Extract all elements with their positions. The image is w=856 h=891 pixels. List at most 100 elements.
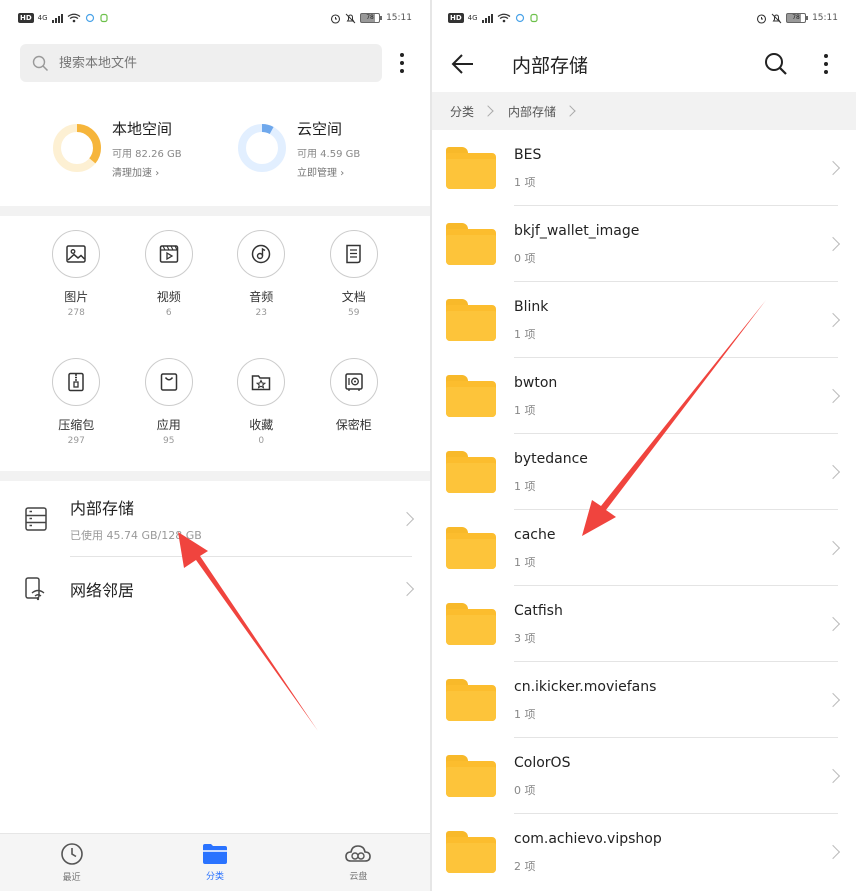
manage-now-link[interactable]: 立即管理 › <box>297 164 360 179</box>
folder-item-count: 1 项 <box>514 327 536 341</box>
folder-row[interactable]: bwton 1 项 <box>432 358 856 434</box>
category-audio[interactable]: 音频 23 <box>215 230 308 344</box>
chevron-right-icon <box>564 105 576 117</box>
folder-row[interactable]: com.achievo.vipshop 2 项 <box>432 814 856 890</box>
category-archives[interactable]: 压缩包 297 <box>30 357 123 472</box>
page-title: 内部存储 <box>512 54 589 77</box>
folder-item-count: 0 项 <box>514 783 536 797</box>
network-type: 4G <box>467 14 478 22</box>
cloud-space-available: 可用 4.59 GB <box>297 148 361 160</box>
signal-icon <box>51 13 63 23</box>
internal-storage-title: 内部存储 <box>70 499 135 518</box>
manage-now-label: 立即管理 <box>297 167 337 179</box>
category-images[interactable]: 图片 278 <box>30 230 123 344</box>
more-menu-button[interactable] <box>392 43 412 83</box>
folder-icon <box>446 223 496 265</box>
chevron-right-icon: › <box>155 167 160 179</box>
battery-icon: 78 <box>360 13 383 23</box>
category-safe[interactable]: 保密柜 <box>308 357 401 472</box>
folder-row[interactable]: Catfish 3 项 <box>432 586 856 662</box>
category-label: 保密柜 <box>335 417 372 432</box>
cloud-space-card[interactable]: 云空间 可用 4.59 GB 立即管理 › <box>237 118 422 179</box>
category-documents[interactable]: 文档 59 <box>308 230 401 344</box>
breadcrumb-item[interactable]: 内部存储 <box>508 103 556 120</box>
back-button[interactable] <box>448 49 478 79</box>
search-input[interactable] <box>59 55 359 71</box>
folder-row[interactable]: ColorOS 0 项 <box>432 738 856 814</box>
search-box[interactable] <box>20 44 382 82</box>
nav-recent[interactable]: 最近 <box>0 834 143 891</box>
clean-accelerate-link[interactable]: 清理加速 › <box>112 164 182 179</box>
status-time: 15:11 <box>386 13 412 23</box>
folder-item-count: 2 项 <box>514 859 536 873</box>
category-count: 278 <box>67 308 85 318</box>
more-menu-button[interactable] <box>810 48 842 80</box>
category-favorites[interactable]: 收藏 0 <box>215 357 308 472</box>
search-icon <box>32 55 49 71</box>
internal-storage-row[interactable]: 内部存储 已使用 45.74 GB/128 GB <box>0 481 430 557</box>
folder-name: BES <box>514 146 542 163</box>
network-neighbor-row[interactable]: 网络邻居 <box>0 557 430 621</box>
folder-row[interactable]: bkjf_wallet_image 0 项 <box>432 206 856 282</box>
mute-icon <box>345 13 356 23</box>
folder-icon <box>446 679 496 721</box>
star-folder-icon <box>252 374 271 390</box>
status-time: 15:11 <box>812 13 838 23</box>
category-label: 文档 <box>341 290 366 304</box>
category-label: 收藏 <box>249 417 274 432</box>
folder-row[interactable]: bytedance 1 项 <box>432 434 856 510</box>
category-count: 95 <box>163 435 175 446</box>
video-icon <box>159 245 178 263</box>
chevron-right-icon <box>825 692 841 708</box>
folder-item-count: 1 项 <box>514 707 536 721</box>
folder-icon <box>202 844 227 864</box>
cloud-space-ring <box>238 124 286 172</box>
cloud-space-title: 云空间 <box>297 119 343 138</box>
folder-item-count: 1 项 <box>514 555 536 569</box>
battery-icon: 78 <box>786 13 809 23</box>
top-app-bar: 内部存储 <box>432 36 856 92</box>
category-count: 23 <box>255 308 267 318</box>
category-label: 图片 <box>64 290 89 304</box>
folder-icon <box>446 603 496 645</box>
nav-cloud[interactable]: 云盘 <box>287 834 430 891</box>
category-label: 视频 <box>156 290 181 304</box>
chevron-right-icon: › <box>340 167 345 179</box>
folder-icon <box>446 147 496 189</box>
chevron-right-icon <box>825 160 841 176</box>
local-space-card[interactable]: 本地空间 可用 82.26 GB 清理加速 › <box>52 118 237 179</box>
folder-row[interactable]: BES 1 项 <box>432 130 856 206</box>
folder-name: com.achievo.vipshop <box>514 830 662 847</box>
internal-storage-usage: 已使用 45.74 GB/128 GB <box>70 529 202 542</box>
folder-row[interactable]: cn.ikicker.moviefans 1 项 <box>432 662 856 738</box>
folder-item-count: 0 项 <box>514 251 536 265</box>
category-count: 297 <box>67 435 85 446</box>
folder-row[interactable]: Blink 1 项 <box>432 282 856 358</box>
music-icon <box>252 244 271 264</box>
search-button[interactable] <box>760 48 792 80</box>
folder-row[interactable]: cache 1 项 <box>432 510 856 586</box>
network-device-icon <box>25 577 45 601</box>
folder-icon <box>446 451 496 493</box>
chevron-right-icon <box>825 312 841 328</box>
image-icon <box>66 245 86 263</box>
notification-icon <box>99 13 108 23</box>
breadcrumb-item[interactable]: 分类 <box>450 103 474 120</box>
folder-item-count: 1 项 <box>514 403 536 417</box>
signal-icon <box>481 13 493 23</box>
category-grid: 图片 278 视频 6 音频 23 文档 59 压缩包 297 应用 95 收藏… <box>0 216 430 471</box>
hd-icon: HD <box>448 13 464 23</box>
folder-item-count: 3 项 <box>514 631 536 645</box>
local-space-ring <box>53 124 101 172</box>
nav-cloud-label: 云盘 <box>349 872 368 882</box>
folder-name: Catfish <box>514 602 563 619</box>
category-videos[interactable]: 视频 6 <box>123 230 216 344</box>
section-divider <box>0 206 430 216</box>
folder-name: bkjf_wallet_image <box>514 222 640 239</box>
nav-category[interactable]: 分类 <box>143 834 286 891</box>
wifi-icon <box>67 13 80 23</box>
category-apps[interactable]: 应用 95 <box>123 357 216 472</box>
nav-category-label: 分类 <box>205 872 224 882</box>
notification-icon <box>529 13 538 23</box>
folder-icon <box>446 299 496 341</box>
